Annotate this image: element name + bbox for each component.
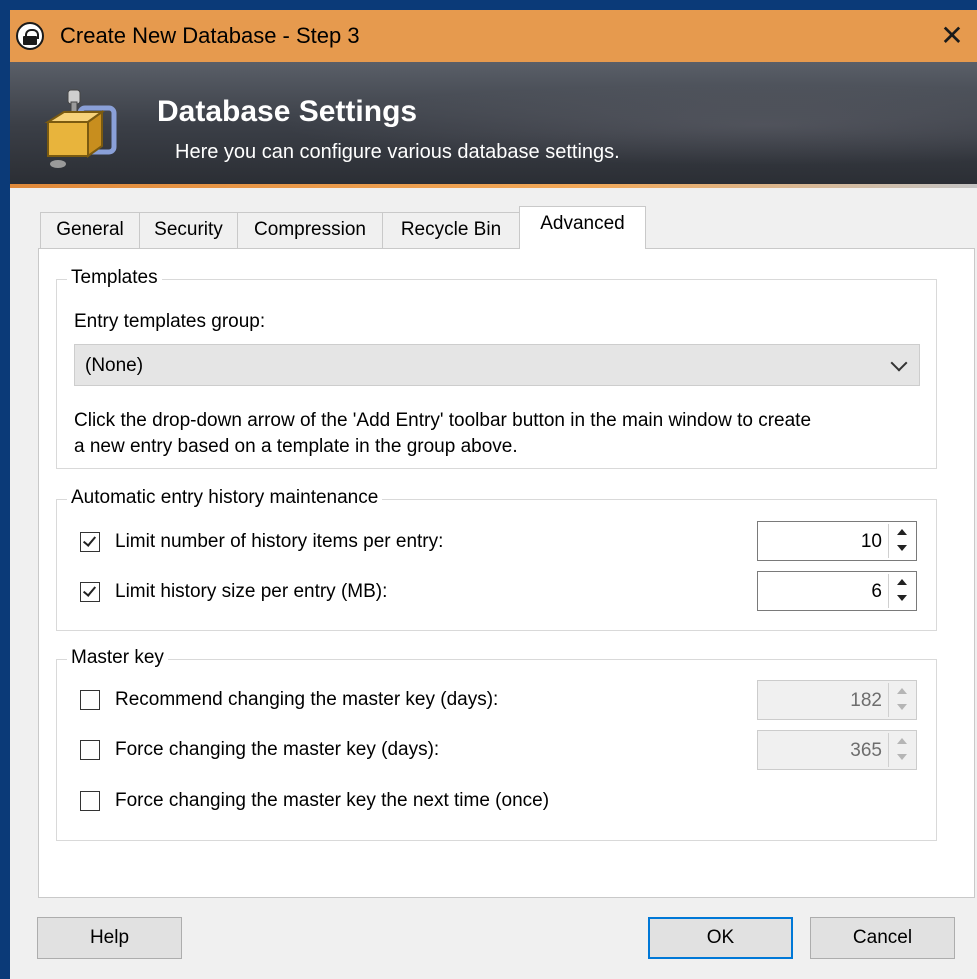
history-items-value: 10 — [860, 531, 882, 552]
chevron-down-icon[interactable] — [890, 354, 908, 372]
spin-down-icon[interactable] — [897, 595, 907, 601]
window-title: Create New Database - Step 3 — [60, 23, 360, 48]
database-settings-icon — [44, 89, 117, 168]
advanced-tab-panel: Templates Entry templates group: (None) … — [38, 248, 975, 898]
force-change-master-key-label: Force changing the master key (days): — [115, 739, 440, 760]
banner-accent-line — [10, 184, 977, 188]
history-size-value: 6 — [871, 581, 882, 602]
templates-help-line-1: Click the drop-down arrow of the 'Add En… — [74, 410, 812, 431]
title-bar[interactable]: Create New Database - Step 3 ✕ — [10, 10, 977, 62]
checkmark-icon — [82, 533, 97, 547]
history-group: Automatic entry history maintenance Limi… — [56, 487, 937, 631]
spin-up-icon[interactable] — [897, 738, 907, 744]
history-group-label: Automatic entry history maintenance — [67, 487, 383, 509]
cancel-button[interactable]: Cancel — [810, 917, 955, 959]
limit-history-items-checkbox[interactable] — [80, 532, 100, 552]
limit-history-size-checkbox[interactable] — [80, 582, 100, 602]
tab-general[interactable]: General — [40, 212, 140, 248]
force-days-spinner[interactable]: 365 — [757, 730, 917, 770]
limit-history-items-label: Limit number of history items per entry: — [115, 531, 444, 552]
checkmark-icon — [82, 583, 97, 597]
limit-history-size-label: Limit history size per entry (MB): — [115, 581, 388, 602]
templates-group-label: Templates — [67, 267, 162, 289]
spin-up-icon[interactable] — [897, 579, 907, 585]
entry-templates-label: Entry templates group: — [74, 311, 266, 332]
spin-down-icon[interactable] — [897, 545, 907, 551]
recommend-change-master-key-label: Recommend changing the master key (days)… — [115, 689, 499, 710]
tab-recycle-bin[interactable]: Recycle Bin — [382, 212, 520, 248]
lock-icon — [16, 22, 44, 50]
history-size-spinner[interactable]: 6 — [757, 571, 917, 611]
tab-compression[interactable]: Compression — [237, 212, 383, 248]
recommend-days-spin-buttons[interactable] — [888, 683, 914, 717]
spin-down-icon[interactable] — [897, 754, 907, 760]
spin-down-icon[interactable] — [897, 704, 907, 710]
banner-title: Database Settings — [157, 95, 418, 128]
history-items-spin-buttons[interactable] — [888, 524, 914, 558]
force-change-once-label: Force changing the master key the next t… — [115, 790, 550, 811]
entry-templates-selected: (None) — [85, 355, 144, 376]
banner-subtitle: Here you can configure various database … — [175, 141, 620, 163]
templates-group: Templates Entry templates group: (None) … — [56, 267, 937, 469]
recommend-days-value: 182 — [850, 690, 882, 711]
dialog-window: Create New Database - Step 3 ✕ Database … — [10, 10, 977, 979]
history-items-spinner[interactable]: 10 — [757, 521, 917, 561]
templates-help-line-2: a new entry based on a template in the g… — [74, 436, 518, 457]
force-days-value: 365 — [850, 740, 882, 761]
force-change-master-key-checkbox[interactable] — [80, 740, 100, 760]
master-key-group: Master key Recommend changing the master… — [56, 647, 937, 841]
master-key-group-label: Master key — [67, 647, 168, 669]
close-icon[interactable]: ✕ — [927, 10, 977, 62]
force-days-spin-buttons[interactable] — [888, 733, 914, 767]
spin-up-icon[interactable] — [897, 529, 907, 535]
entry-templates-dropdown[interactable]: (None) — [74, 344, 920, 386]
recommend-days-spinner[interactable]: 182 — [757, 680, 917, 720]
header-banner — [10, 62, 977, 188]
history-size-spin-buttons[interactable] — [888, 574, 914, 608]
spin-up-icon[interactable] — [897, 688, 907, 694]
force-change-once-checkbox[interactable] — [80, 791, 100, 811]
tab-security[interactable]: Security — [139, 212, 238, 248]
ok-button[interactable]: OK — [648, 917, 793, 959]
help-button[interactable]: Help — [37, 917, 182, 959]
tab-advanced[interactable]: Advanced — [519, 206, 646, 249]
recommend-change-master-key-checkbox[interactable] — [80, 690, 100, 710]
